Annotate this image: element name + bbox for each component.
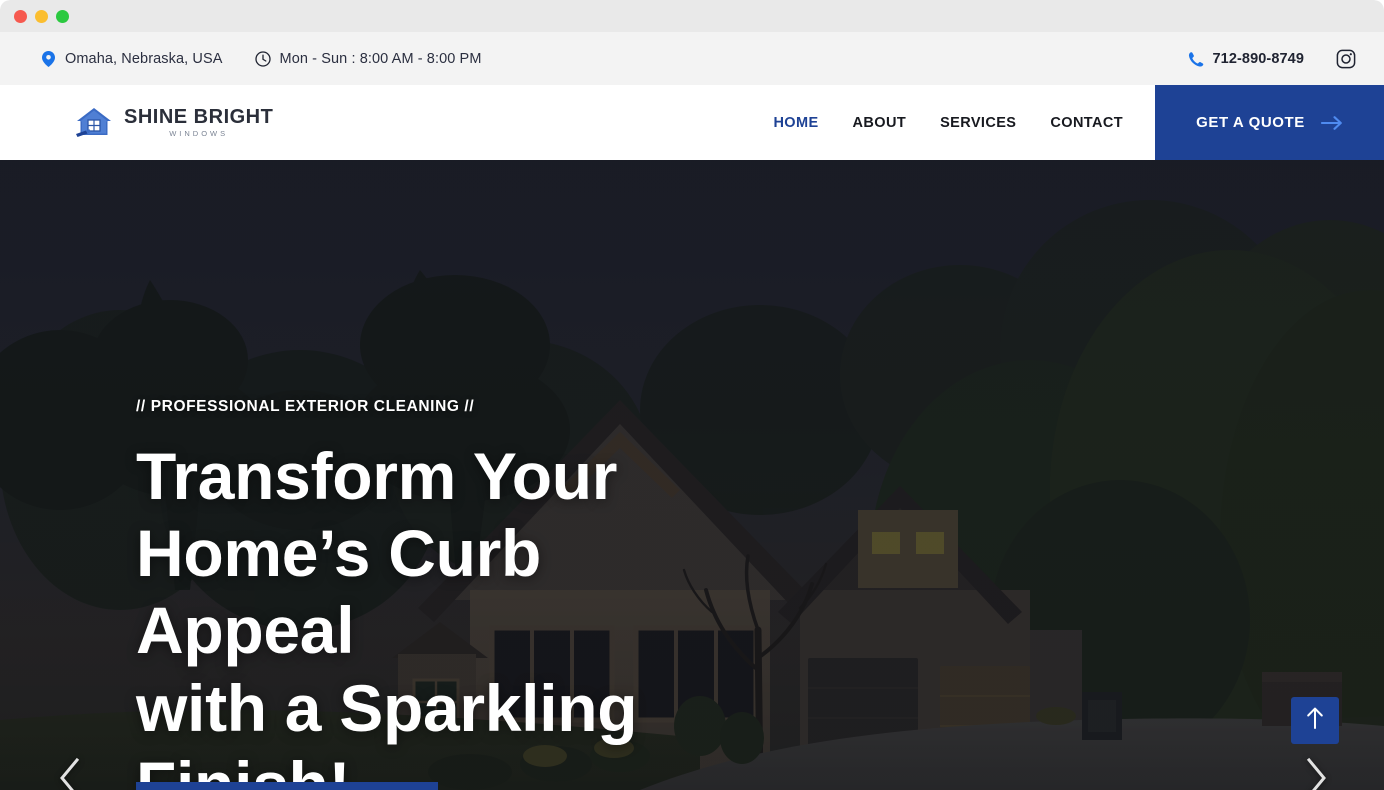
hero-headline-line: Home’s Curb Appeal bbox=[136, 516, 541, 668]
arrow-up-icon bbox=[1305, 706, 1325, 735]
main-navigation-bar: SHINE BRIGHT WINDOWS HOME ABOUT SERVICES… bbox=[0, 85, 1384, 160]
carousel-prev-button[interactable] bbox=[47, 757, 93, 790]
location-info: Omaha, Nebraska, USA bbox=[40, 50, 223, 67]
close-window-button[interactable] bbox=[14, 9, 27, 23]
nav-item-contact[interactable]: CONTACT bbox=[1050, 115, 1123, 131]
nav-links: HOME ABOUT SERVICES CONTACT bbox=[773, 115, 1123, 131]
carousel-next-button[interactable] bbox=[1293, 757, 1339, 790]
hero-headline-line: with a Sparkling bbox=[136, 670, 638, 745]
hours-info: Mon - Sun : 8:00 AM - 8:00 PM bbox=[254, 50, 482, 67]
window-titlebar bbox=[0, 0, 1384, 32]
get-a-quote-button[interactable]: GET A QUOTE bbox=[1155, 85, 1384, 160]
get-a-quote-label: GET A QUOTE bbox=[1196, 114, 1305, 131]
chevron-right-icon bbox=[1303, 757, 1329, 790]
phone-icon bbox=[1188, 51, 1204, 67]
maximize-window-button[interactable] bbox=[56, 9, 69, 23]
logo-name: SHINE BRIGHT bbox=[124, 106, 274, 129]
instagram-icon[interactable] bbox=[1336, 49, 1356, 69]
hours-text: Mon - Sun : 8:00 AM - 8:00 PM bbox=[279, 50, 482, 67]
hero-content: // PROFESSIONAL EXTERIOR CLEANING // Tra… bbox=[136, 398, 756, 790]
phone-number: 712-890-8749 bbox=[1212, 50, 1304, 67]
minimize-window-button[interactable] bbox=[35, 9, 48, 23]
clock-icon bbox=[254, 50, 271, 67]
chevron-left-icon bbox=[57, 757, 83, 790]
browser-window: Omaha, Nebraska, USA Mon - Sun : 8:00 AM… bbox=[0, 0, 1384, 790]
scroll-to-top-button[interactable] bbox=[1291, 697, 1339, 744]
nav-item-about[interactable]: ABOUT bbox=[853, 115, 907, 131]
nav-item-home[interactable]: HOME bbox=[773, 115, 818, 131]
arrow-right-icon bbox=[1320, 115, 1343, 131]
nav-item-services[interactable]: SERVICES bbox=[940, 115, 1016, 131]
hero-section: // PROFESSIONAL EXTERIOR CLEANING // Tra… bbox=[0, 160, 1384, 790]
logo-tagline: WINDOWS bbox=[169, 129, 229, 139]
phone-link[interactable]: 712-890-8749 bbox=[1188, 51, 1305, 67]
hero-headline: Transform Your Home’s Curb Appeal with a… bbox=[136, 438, 756, 790]
hero-eyebrow: // PROFESSIONAL EXTERIOR CLEANING // bbox=[136, 398, 475, 415]
house-window-cleaning-logo-icon bbox=[74, 104, 116, 142]
site-logo[interactable]: SHINE BRIGHT WINDOWS bbox=[74, 104, 273, 142]
location-text: Omaha, Nebraska, USA bbox=[65, 50, 223, 67]
hero-headline-line: Transform Your bbox=[136, 439, 618, 513]
map-pin-icon bbox=[40, 50, 56, 67]
hero-cta-button[interactable] bbox=[136, 782, 438, 790]
top-info-bar: Omaha, Nebraska, USA Mon - Sun : 8:00 AM… bbox=[0, 32, 1384, 85]
